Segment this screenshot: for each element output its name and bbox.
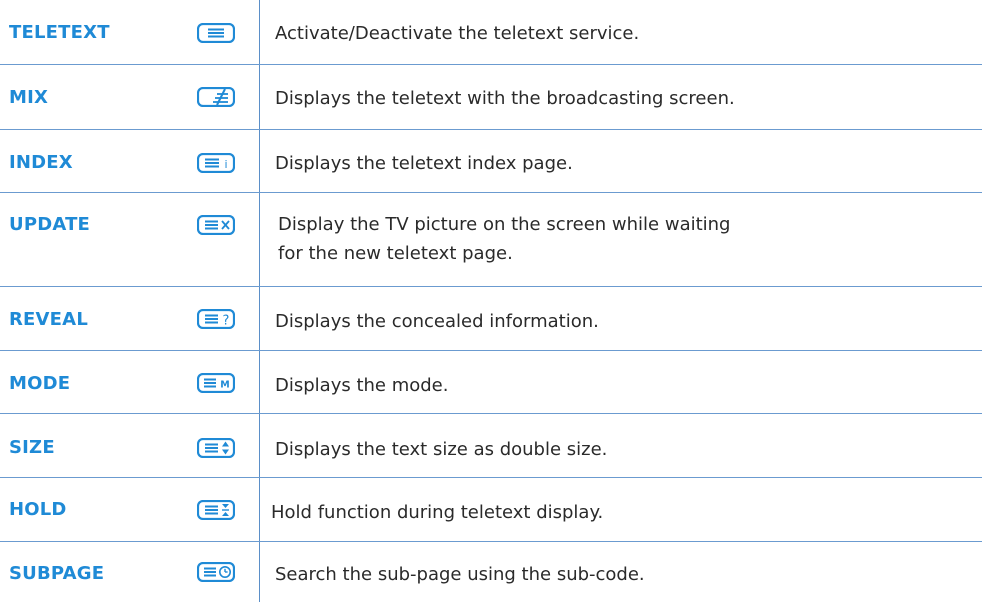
button-name: SUBPAGE (9, 563, 105, 584)
row-description: Displays the mode. (275, 375, 449, 396)
svg-text:M: M (220, 380, 229, 391)
button-name: MIX (9, 87, 49, 108)
column-divider (259, 0, 260, 602)
size-icon (197, 438, 235, 458)
button-name: UPDATE (9, 214, 91, 235)
svg-text:?: ? (223, 314, 230, 329)
row-separator (0, 350, 982, 351)
row-separator (0, 286, 982, 287)
row-description: Search the sub-page using the sub-code. (275, 564, 645, 585)
subpage-icon (197, 562, 235, 582)
teletext-icon (197, 23, 235, 43)
row-description: Displays the concealed information. (275, 311, 599, 332)
button-name: REVEAL (9, 309, 88, 330)
row-separator (0, 192, 982, 193)
row-separator (0, 64, 982, 65)
hold-icon (197, 500, 235, 520)
mix-icon (197, 87, 235, 107)
row-description: Activate/Deactivate the teletext service… (275, 23, 640, 44)
row-separator (0, 541, 982, 542)
row-separator (0, 477, 982, 478)
row-separator (0, 413, 982, 414)
index-icon: i (197, 153, 235, 173)
row-description: Hold function during teletext display. (271, 502, 604, 523)
update-icon (197, 215, 235, 235)
row-description: Displays the text size as double size. (275, 439, 608, 460)
teletext-button-table: TELETEXT Activate/Deactivate the teletex… (0, 0, 982, 602)
row-description: Displays the teletext index page. (275, 153, 573, 174)
mode-icon: M (197, 373, 235, 393)
button-name: SIZE (9, 437, 55, 458)
row-separator (0, 129, 982, 130)
button-name: MODE (9, 373, 71, 394)
button-name: INDEX (9, 152, 73, 173)
reveal-icon: ? (197, 309, 235, 329)
button-name: TELETEXT (9, 22, 110, 43)
row-description: Displays the teletext with the broadcast… (275, 88, 735, 109)
row-description: Display the TV picture on the screen whi… (278, 214, 731, 264)
svg-text:i: i (224, 158, 227, 171)
button-name: HOLD (9, 499, 67, 520)
